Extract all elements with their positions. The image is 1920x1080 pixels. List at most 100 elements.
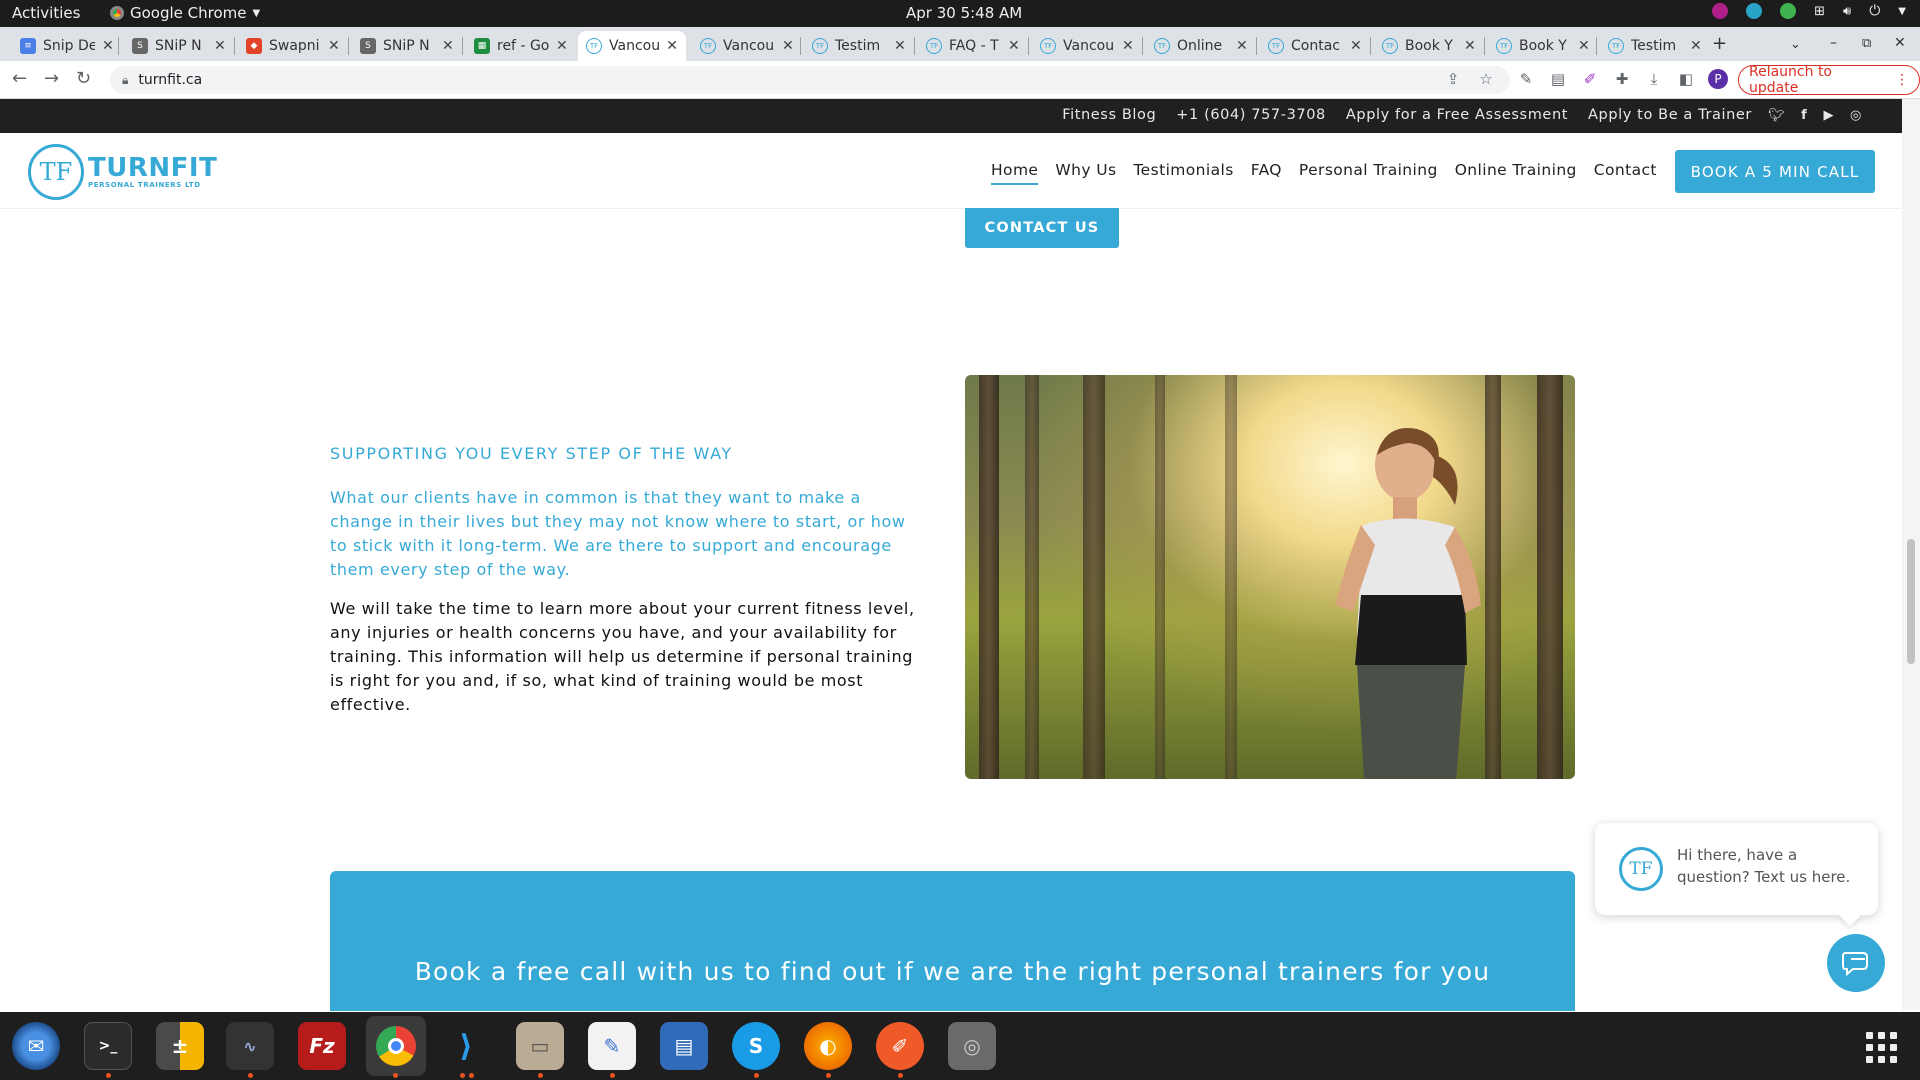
address-bar[interactable]: 🔒︎ turnfit.ca — [110, 66, 1510, 94]
close-tab-icon[interactable]: ✕ — [214, 38, 226, 54]
burn-app-icon[interactable]: ◐ — [804, 1022, 852, 1070]
nav-testimonials[interactable]: Testimonials — [1133, 161, 1233, 185]
forward-icon[interactable]: → — [44, 68, 59, 89]
close-tab-icon[interactable]: ✕ — [1350, 38, 1362, 54]
reload-icon[interactable]: ↻ — [76, 68, 91, 89]
close-window-icon[interactable]: ✕ — [1894, 35, 1906, 51]
files-icon[interactable]: ▭ — [516, 1022, 564, 1070]
power-icon[interactable]: ⏻ — [1869, 3, 1880, 19]
eyedropper-icon[interactable]: ✎ — [1517, 70, 1535, 88]
bookmark-star-icon[interactable]: ☆ — [1477, 70, 1495, 88]
sync-indicator-icon[interactable] — [1746, 3, 1763, 19]
tab[interactable]: ◆ Swapni ✕ — [238, 31, 348, 61]
pen-extension-icon[interactable]: ✐ — [1581, 70, 1599, 88]
fitness-blog-link[interactable]: Fitness Blog — [1062, 107, 1156, 123]
close-tab-icon[interactable]: ✕ — [1690, 38, 1702, 54]
instagram-icon[interactable]: ◎ — [1850, 108, 1862, 123]
share-icon[interactable]: ⇪ — [1444, 70, 1462, 88]
calendar-extension-icon[interactable]: ▤ — [1549, 70, 1567, 88]
tab[interactable]: TF Contac ✕ — [1260, 31, 1370, 61]
contact-us-button[interactable]: CONTACT US — [965, 208, 1119, 248]
app-indicator-icon[interactable] — [1712, 3, 1729, 19]
tab[interactable]: TF Vancou ✕ — [1032, 31, 1142, 61]
filezilla-icon[interactable]: Fz — [298, 1022, 346, 1070]
tab[interactable]: ▦ ref - Go ✕ — [466, 31, 576, 61]
vscode-icon[interactable]: ⟩ — [442, 1022, 490, 1070]
postman-icon[interactable]: ✐ — [876, 1022, 924, 1070]
nav-faq[interactable]: FAQ — [1251, 161, 1282, 185]
clock[interactable]: Apr 30 5:48 AM — [906, 4, 1022, 22]
tab[interactable]: ≡ Snip De ✕ — [12, 31, 122, 61]
tab[interactable]: S SNiP N ✕ — [124, 31, 234, 61]
app-menu[interactable]: Google Chrome ▼ — [110, 4, 260, 22]
chat-prompt-bubble[interactable]: TF Hi there, have a question? Text us he… — [1595, 823, 1878, 927]
skype-icon[interactable]: S — [732, 1022, 780, 1070]
back-icon[interactable]: ← — [12, 68, 27, 89]
nav-personal-training[interactable]: Personal Training — [1299, 161, 1438, 185]
close-tab-icon[interactable]: ✕ — [894, 38, 906, 54]
scrollbar-thumb[interactable] — [1907, 539, 1915, 664]
thunderbird-icon[interactable]: ✉ — [12, 1022, 60, 1070]
close-tab-icon[interactable]: ✕ — [102, 38, 114, 54]
tab[interactable]: TF FAQ - T ✕ — [918, 31, 1028, 61]
profile-avatar[interactable]: P — [1708, 69, 1728, 89]
apply-trainer-link[interactable]: Apply to Be a Trainer — [1588, 107, 1752, 123]
terminal-icon[interactable]: >_ — [84, 1022, 132, 1070]
show-applications-icon[interactable] — [1866, 1032, 1897, 1063]
restore-icon[interactable]: ⧉ — [1862, 36, 1871, 51]
tab[interactable]: TF Testim ✕ — [1600, 31, 1710, 61]
activities-button[interactable]: Activities — [12, 4, 80, 22]
nav-online-training[interactable]: Online Training — [1455, 161, 1577, 185]
system-tray[interactable]: ⊞ 🔊︎ ⏻ ▼ — [1712, 3, 1906, 19]
lock-icon[interactable]: 🔒︎ — [122, 73, 128, 88]
relaunch-button[interactable]: Relaunch to update ⋮ — [1738, 64, 1920, 96]
free-assessment-link[interactable]: Apply for a Free Assessment — [1346, 107, 1568, 123]
close-tab-icon[interactable]: ✕ — [328, 38, 340, 54]
facebook-icon[interactable]: f — [1801, 108, 1807, 123]
text-editor-icon[interactable]: ✎ — [588, 1022, 636, 1070]
new-tab-icon[interactable]: + — [1712, 33, 1727, 54]
chat-launcher-button[interactable] — [1827, 934, 1885, 992]
close-tab-icon[interactable]: ✕ — [1236, 38, 1248, 54]
close-tab-icon[interactable]: ✕ — [1578, 38, 1590, 54]
network-icon[interactable]: ⊞ — [1814, 4, 1825, 19]
system-monitor-icon[interactable]: ∿ — [226, 1022, 274, 1070]
close-tab-icon[interactable]: ✕ — [666, 38, 678, 54]
tab-search-icon[interactable]: ⌄ — [1790, 37, 1801, 52]
url-text[interactable]: turnfit.ca — [138, 72, 202, 88]
tab[interactable]: S SNiP N ✕ — [352, 31, 462, 61]
chrome-icon[interactable] — [366, 1016, 426, 1076]
disk-utility-icon[interactable]: ◎ — [948, 1022, 996, 1070]
close-tab-icon[interactable]: ✕ — [556, 38, 568, 54]
extensions-puzzle-icon[interactable]: ✚ — [1613, 70, 1631, 88]
tab[interactable]: TF Vancou ✕ — [692, 31, 802, 61]
close-tab-icon[interactable]: ✕ — [1122, 38, 1134, 54]
phone-link[interactable]: +1 (604) 757-3708 — [1176, 107, 1326, 123]
book-call-button[interactable]: BOOK A 5 MIN CALL — [1675, 150, 1875, 193]
volume-icon[interactable]: 🔊︎ — [1843, 4, 1851, 19]
calculator-icon[interactable]: ± — [156, 1022, 204, 1070]
side-panel-icon[interactable]: ◧ — [1677, 70, 1695, 88]
nav-home[interactable]: Home — [991, 161, 1039, 185]
close-tab-icon[interactable]: ✕ — [1464, 38, 1476, 54]
caret-down-icon[interactable]: ▼ — [1898, 6, 1906, 17]
page-scrollbar[interactable] — [1902, 99, 1920, 1010]
twitter-icon[interactable]: 🐦︎ — [1768, 108, 1785, 123]
download-icon[interactable]: ⤓ — [1645, 70, 1663, 88]
close-tab-icon[interactable]: ✕ — [1008, 38, 1020, 54]
tab[interactable]: TF Online ✕ — [1146, 31, 1256, 61]
tab[interactable]: TF Book Y ✕ — [1374, 31, 1484, 61]
chat-bubble-tail — [1838, 903, 1862, 927]
youtube-icon[interactable]: ▶ — [1823, 108, 1834, 123]
close-tab-icon[interactable]: ✕ — [442, 38, 454, 54]
tab[interactable]: TF Book Y ✕ — [1488, 31, 1598, 61]
check-indicator-icon[interactable] — [1780, 3, 1797, 19]
nav-contact[interactable]: Contact — [1594, 161, 1657, 185]
tab[interactable]: TF Testim ✕ — [804, 31, 914, 61]
close-tab-icon[interactable]: ✕ — [782, 38, 794, 54]
libreoffice-writer-icon[interactable]: ▤ — [660, 1022, 708, 1070]
minimize-icon[interactable]: – — [1830, 35, 1837, 51]
turnfit-logo[interactable]: TF TURNFIT PERSONAL TRAINERS LTD — [28, 144, 217, 200]
tab-active[interactable]: TF Vancou ✕ — [578, 31, 686, 61]
nav-why-us[interactable]: Why Us — [1055, 161, 1116, 185]
